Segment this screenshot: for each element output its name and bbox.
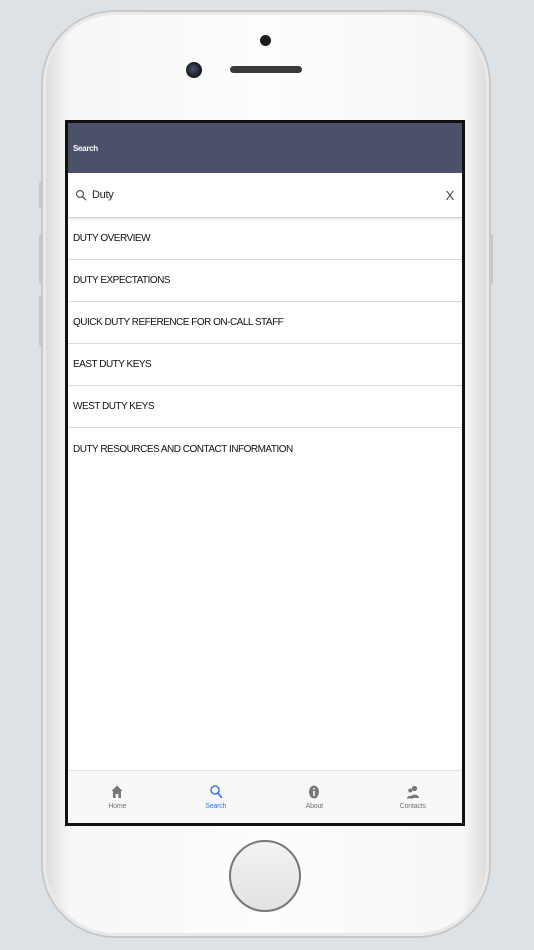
tab-label: About <box>305 803 324 810</box>
phone-screen: Search X DUTY OVERVIEW DUTY EXPECTATIONS… <box>65 120 465 826</box>
list-item-label: DUTY EXPECTATIONS <box>73 275 171 286</box>
tab-label: Home <box>108 803 127 810</box>
app-view: Search X DUTY OVERVIEW DUTY EXPECTATIONS… <box>68 123 462 823</box>
list-item-label: EAST DUTY KEYS <box>73 359 152 370</box>
mute-switch <box>39 182 43 208</box>
list-item[interactable]: DUTY RESOURCES AND CONTACT INFORMATION <box>68 428 462 470</box>
info-icon <box>309 785 320 799</box>
search-bar: X <box>68 173 462 218</box>
search-input[interactable] <box>92 189 442 201</box>
list-item-label: DUTY RESOURCES AND CONTACT INFORMATION <box>73 443 293 455</box>
power-button <box>489 234 493 284</box>
page-title: Search <box>73 143 98 153</box>
home-button[interactable] <box>229 840 301 912</box>
list-item[interactable]: QUICK DUTY REFERENCE FOR ON-CALL STAFF <box>68 302 462 344</box>
home-icon <box>111 785 123 798</box>
tab-about[interactable]: About <box>265 771 364 823</box>
volume-up-button <box>39 234 43 284</box>
tab-contacts[interactable]: Contacts <box>364 771 463 823</box>
list-item[interactable]: DUTY EXPECTATIONS <box>68 260 462 302</box>
tab-label: Contacts <box>399 803 426 810</box>
list-item[interactable]: EAST DUTY KEYS <box>68 344 462 386</box>
contacts-icon <box>406 785 419 799</box>
proximity-sensor <box>260 35 271 46</box>
front-camera <box>186 62 202 78</box>
list-item-label: DUTY OVERVIEW <box>73 233 151 244</box>
volume-down-button <box>39 296 43 346</box>
phone-frame: Search X DUTY OVERVIEW DUTY EXPECTATIONS… <box>39 12 493 936</box>
list-item-label: WEST DUTY KEYS <box>73 401 154 412</box>
list-item-label: QUICK DUTY REFERENCE FOR ON-CALL STAFF <box>73 317 284 328</box>
clear-search-button[interactable]: X <box>442 188 458 203</box>
tab-home[interactable]: Home <box>68 771 167 823</box>
list-item[interactable]: DUTY OVERVIEW <box>68 218 462 260</box>
tab-search[interactable]: Search <box>167 771 266 823</box>
search-icon <box>75 189 87 201</box>
nav-header: Search <box>68 123 462 173</box>
search-icon <box>210 785 223 799</box>
search-results-list: DUTY OVERVIEW DUTY EXPECTATIONS QUICK DU… <box>68 218 462 470</box>
tab-bar: Home Search About Contacts <box>68 770 462 823</box>
tab-label: Search <box>205 803 227 810</box>
list-item[interactable]: WEST DUTY KEYS <box>68 386 462 428</box>
earpiece-speaker <box>230 66 302 73</box>
